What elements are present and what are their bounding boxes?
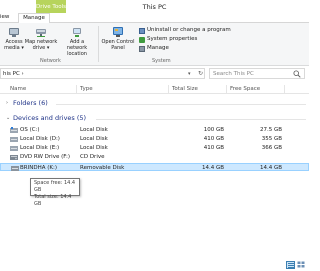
refresh-icon[interactable]: ↻: [198, 70, 203, 77]
system-group-label: System: [152, 58, 171, 64]
control-panel-icon: [113, 27, 123, 37]
tab-view[interactable]: iew: [0, 13, 14, 22]
tooltip-total-size: Total size: 14.4 GB: [34, 194, 72, 207]
window-title: This PC: [142, 3, 167, 11]
column-separator[interactable]: [226, 85, 227, 93]
drive-name: DVD RW Drive (F:): [20, 154, 70, 160]
address-dropdown-icon[interactable]: ▾: [188, 71, 191, 77]
ribbon-tab-row: iew Manage: [0, 13, 309, 23]
column-separator[interactable]: [76, 85, 77, 93]
hard-drive-icon: [10, 146, 18, 151]
ribbon-group-separator: [98, 26, 99, 62]
drive-free-space: 366 GB: [261, 145, 282, 151]
drive-name: Local Disk (E:): [20, 145, 60, 151]
drive-type: CD Drive: [80, 154, 105, 160]
windows-drive-icon: [10, 127, 18, 133]
network-location-icon: [73, 28, 81, 37]
column-separator[interactable]: [168, 85, 169, 93]
list-item-selected[interactable]: BRINDHA (K:) Removable Disk 14.4 GB 14.4…: [0, 163, 309, 171]
column-total-size[interactable]: Total Size: [172, 86, 198, 92]
map-network-drive-button[interactable]: Map network drive ▾: [24, 26, 58, 52]
details-view-button[interactable]: [286, 261, 295, 269]
details-view-icon: [287, 262, 295, 268]
drive-type: Removable Disk: [80, 165, 125, 171]
drive-name: BRINDHA (K:): [20, 165, 57, 171]
column-header: Name Type Total Size Free Space: [0, 84, 309, 94]
add-network-location-label-1: Add a network: [66, 39, 88, 51]
system-properties-check-icon: [139, 36, 145, 43]
list-item[interactable]: DVD RW Drive (F:) CD Drive: [0, 153, 309, 161]
address-path: his PC ›: [3, 71, 24, 77]
status-bar: [0, 258, 309, 271]
group-divider: [56, 104, 306, 105]
drive-free-space: 355 GB: [261, 136, 282, 142]
drive-name: Local Disk (D:): [20, 136, 60, 142]
large-icons-view-icon: [297, 261, 305, 268]
drive-total-size: 100 GB: [203, 127, 224, 133]
drive-tooltip: Space free: 14.4 GB Total size: 14.4 GB: [30, 178, 80, 207]
search-input[interactable]: Search This PC: [209, 68, 305, 79]
uninstall-program-label: Uninstall or change a program: [147, 27, 231, 33]
add-network-location-label-2: location: [67, 50, 87, 57]
group-devices-label: Devices and drives (5): [13, 114, 87, 122]
usb-drive-icon: [11, 166, 19, 171]
large-icons-view-button[interactable]: [297, 261, 306, 269]
column-type[interactable]: Type: [80, 86, 93, 92]
drive-type: Local Disk: [80, 145, 108, 151]
drive-name: OS (C:): [20, 127, 40, 133]
list-item[interactable]: OS (C:) Local Disk 100 GB 27.5 GB: [0, 126, 309, 134]
search-placeholder: Search This PC: [213, 71, 254, 77]
tab-manage[interactable]: Manage: [18, 13, 50, 23]
list-item[interactable]: Local Disk (E:) Local Disk 410 GB 366 GB: [0, 144, 309, 152]
manage-label: Manage: [147, 45, 169, 51]
tooltip-free-space: Space free: 14.4 GB: [34, 180, 76, 193]
title-bar: Drive Tools This PC: [0, 0, 309, 13]
system-properties-button[interactable]: System properties: [139, 36, 197, 43]
drive-total-size: 14.4 GB: [201, 165, 224, 171]
manage-button[interactable]: Manage: [139, 45, 169, 52]
column-free-space[interactable]: Free Space: [230, 86, 260, 92]
access-media-button[interactable]: Access media ▾: [3, 26, 25, 52]
address-bar[interactable]: his PC › ▾ ↻: [0, 68, 205, 79]
computer-management-icon: [139, 45, 145, 52]
collapse-chevron-icon[interactable]: ⌄: [6, 115, 10, 121]
expand-chevron-icon[interactable]: ›: [6, 100, 8, 106]
drive-type: Local Disk: [80, 136, 108, 142]
group-divider: [96, 119, 306, 120]
drive-type: Local Disk: [80, 127, 108, 133]
open-control-panel-label-2: Panel: [111, 44, 125, 51]
dvd-drive-icon: [10, 155, 18, 160]
add-network-location-button[interactable]: Add a network location: [59, 26, 95, 57]
drive-total-size: 410 GB: [203, 145, 224, 151]
ribbon: Access media ▾ Map network drive ▾ Add a…: [0, 23, 309, 66]
network-group-label: Network: [40, 58, 61, 64]
drive-free-space: 14.4 GB: [259, 165, 282, 171]
open-control-panel-button[interactable]: Open Control Panel: [100, 26, 136, 52]
network-drive-icon: [36, 29, 46, 37]
system-properties-label: System properties: [147, 36, 198, 42]
drive-free-space: 27.5 GB: [259, 127, 282, 133]
access-media-icon: [9, 28, 19, 37]
address-row: his PC › ▾ ↻ Search This PC: [0, 68, 309, 79]
uninstall-program-button[interactable]: Uninstall or change a program: [139, 27, 231, 34]
uninstall-program-icon: [139, 27, 145, 34]
map-network-drive-label-2: drive ▾: [32, 44, 50, 51]
list-item[interactable]: Local Disk (D:) Local Disk 410 GB 355 GB: [0, 135, 309, 143]
access-media-label-2: media ▾: [4, 44, 24, 51]
column-separator[interactable]: [284, 85, 285, 93]
drive-total-size: 410 GB: [203, 136, 224, 142]
search-icon[interactable]: [293, 70, 301, 78]
hard-drive-icon: [10, 137, 18, 142]
column-name[interactable]: Name: [10, 86, 26, 92]
group-folders-label: Folders (6): [13, 99, 48, 107]
